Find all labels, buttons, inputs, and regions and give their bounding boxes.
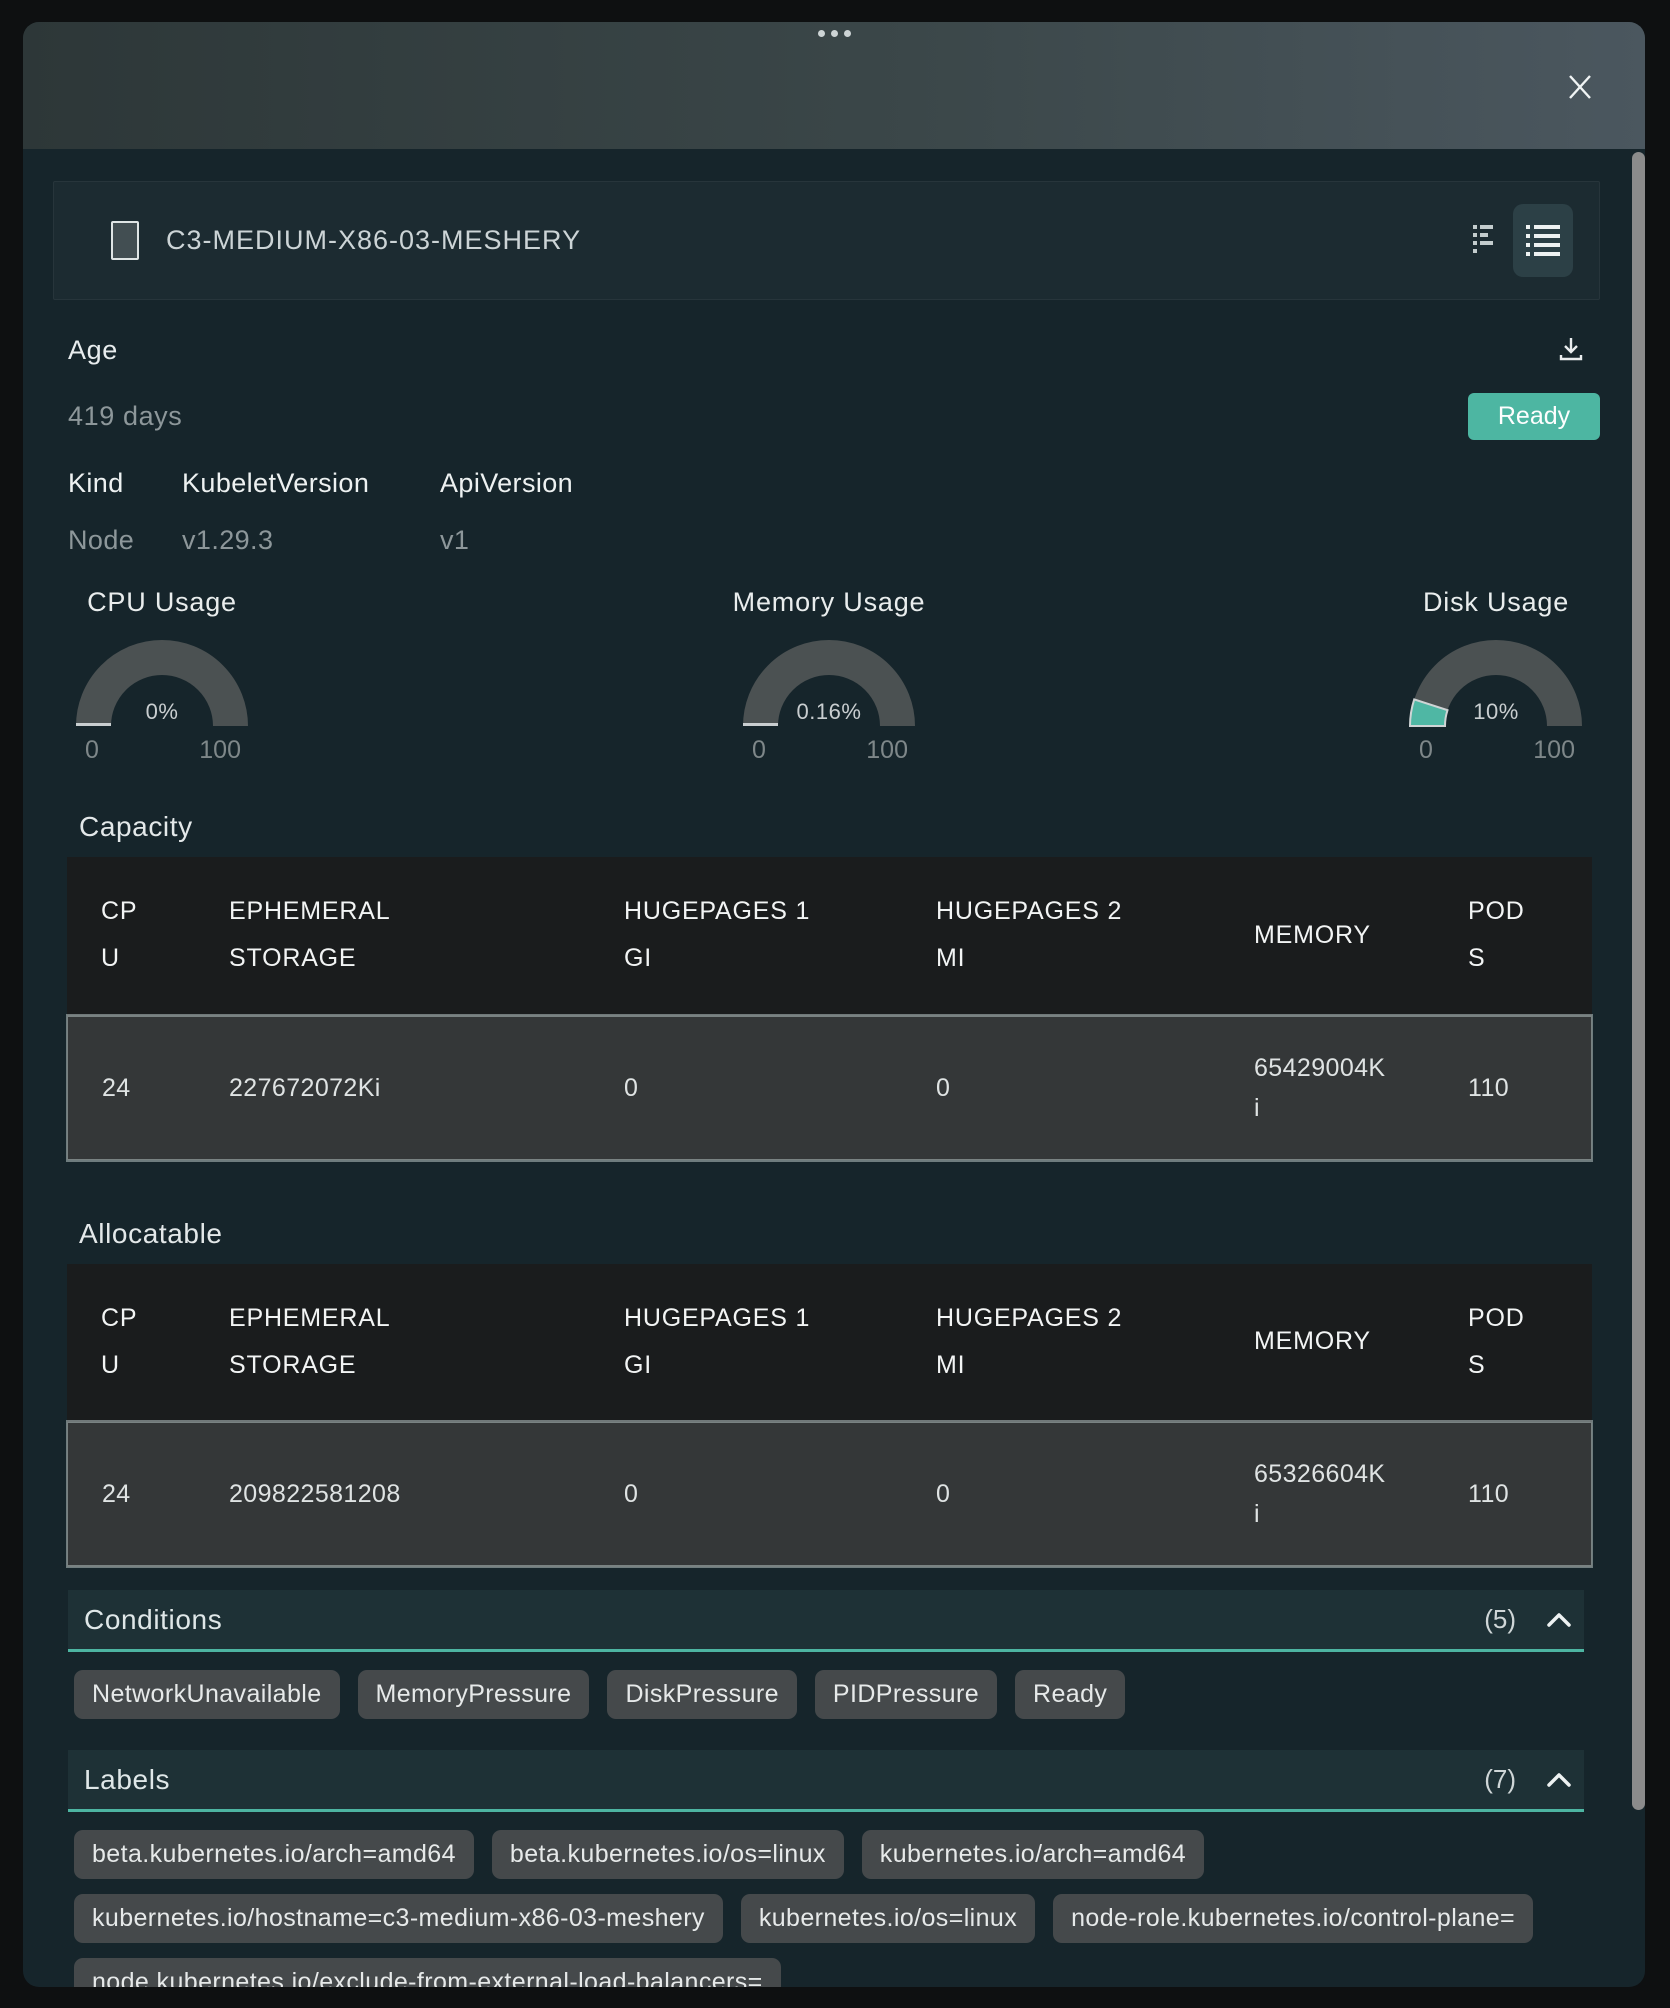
allocatable-table: CPU EPHEMERAL STORAGE HUGEPAGES 1 GI HUG…: [66, 1264, 1593, 1569]
labels-chips-row3: node.kubernetes.io/exclude-from-external…: [74, 1958, 1600, 1987]
conditions-count: (5): [1484, 1604, 1516, 1635]
cell-pods: 110: [1452, 1015, 1592, 1160]
node-header-card: C3-MEDIUM-X86-03-MESHERY: [53, 181, 1600, 300]
disk-usage-gauge: Disk Usage 10% 0 100: [1408, 587, 1584, 766]
col-header-pods[interactable]: PODS: [1452, 857, 1592, 1015]
gauge-min: 0: [1419, 735, 1433, 766]
cell-ephemeral-storage: 209822581208: [213, 1422, 608, 1567]
col-header-hugepages-1gi[interactable]: HUGEPAGES 1 GI: [608, 857, 920, 1015]
field-value-kubeletversion: v1.29.3: [182, 525, 440, 556]
capacity-title: Capacity: [53, 810, 1600, 844]
field-label-kind: Kind: [68, 468, 182, 499]
field-value-apiversion: v1: [440, 525, 469, 556]
gauge-value: 0.16%: [742, 699, 916, 725]
cell-hugepages-1gi: 0: [608, 1015, 920, 1160]
scrollbar-thumb[interactable]: [1632, 152, 1645, 1810]
status-badge: Ready: [1468, 393, 1600, 440]
drag-handle-dots-icon[interactable]: [23, 30, 1645, 37]
capacity-data-row: 24 227672072Ki 0 0 65429004Ki 110: [67, 1015, 1592, 1160]
capacity-table: CPU EPHEMERAL STORAGE HUGEPAGES 1 GI HUG…: [66, 857, 1593, 1162]
labels-chips-row2: kubernetes.io/hostname=c3-medium-x86-03-…: [74, 1894, 1600, 1943]
allocatable-data-row: 24 209822581208 0 0 65326604Ki 110: [67, 1422, 1592, 1567]
col-header-pods[interactable]: PODS: [1452, 1264, 1592, 1422]
col-header-ephemeral-storage[interactable]: EPHEMERAL STORAGE: [213, 1264, 608, 1422]
col-header-hugepages-2mi[interactable]: HUGEPAGES 2 MI: [920, 857, 1238, 1015]
field-label-kubeletversion: KubeletVersion: [182, 468, 440, 499]
node-title: C3-MEDIUM-X86-03-MESHERY: [166, 225, 1473, 256]
allocatable-header-row: CPU EPHEMERAL STORAGE HUGEPAGES 1 GI HUG…: [67, 1264, 1592, 1422]
labels-count: (7): [1484, 1764, 1516, 1795]
cell-pods: 110: [1452, 1422, 1592, 1567]
col-header-cpu[interactable]: CPU: [67, 1264, 213, 1422]
cpu-usage-gauge: CPU Usage 0% 0 100: [74, 587, 250, 766]
config-view-icon[interactable]: [1473, 225, 1495, 257]
label-chip: beta.kubernetes.io/arch=amd64: [74, 1830, 474, 1879]
cell-cpu: 24: [67, 1015, 213, 1160]
label-chip: kubernetes.io/os=linux: [741, 1894, 1035, 1943]
gauge-title: Memory Usage: [733, 587, 926, 618]
condition-chip: PIDPressure: [815, 1670, 997, 1719]
close-icon[interactable]: [1565, 72, 1595, 102]
node-checkbox[interactable]: [111, 221, 139, 260]
col-header-memory[interactable]: MEMORY: [1238, 1264, 1452, 1422]
col-header-hugepages-1gi[interactable]: HUGEPAGES 1 GI: [608, 1264, 920, 1422]
cell-hugepages-1gi: 0: [608, 1422, 920, 1567]
capacity-header-row: CPU EPHEMERAL STORAGE HUGEPAGES 1 GI HUG…: [67, 857, 1592, 1015]
node-details-modal: C3-MEDIUM-X86-03-MESHERY Age: [23, 22, 1645, 1987]
cell-memory: 65326604Ki: [1238, 1422, 1452, 1567]
gauge-title: Disk Usage: [1423, 587, 1569, 618]
label-chip: node-role.kubernetes.io/control-plane=: [1053, 1894, 1533, 1943]
usage-gauges: CPU Usage 0% 0 100 Memory Usage: [74, 587, 1584, 766]
labels-chips-row1: beta.kubernetes.io/arch=amd64 beta.kuber…: [74, 1830, 1600, 1879]
age-value: 419 days: [68, 401, 182, 432]
download-icon[interactable]: [1557, 335, 1585, 363]
col-header-memory[interactable]: MEMORY: [1238, 857, 1452, 1015]
field-value-kind: Node: [68, 525, 182, 556]
gauge-value: 10%: [1409, 699, 1583, 725]
cell-hugepages-2mi: 0: [920, 1015, 1238, 1160]
gauge-value: 0%: [75, 699, 249, 725]
page-background: C3-MEDIUM-X86-03-MESHERY Age: [0, 0, 1670, 2008]
chevron-up-icon[interactable]: [1546, 1612, 1572, 1628]
modal-content: C3-MEDIUM-X86-03-MESHERY Age: [23, 181, 1645, 1987]
cell-hugepages-2mi: 0: [920, 1422, 1238, 1567]
cell-memory: 65429004Ki: [1238, 1015, 1452, 1160]
condition-chip: MemoryPressure: [358, 1670, 590, 1719]
label-chip: kubernetes.io/arch=amd64: [862, 1830, 1204, 1879]
label-chip: node.kubernetes.io/exclude-from-external…: [74, 1958, 781, 1987]
memory-usage-gauge: Memory Usage 0.16% 0 100: [733, 587, 926, 766]
gauge-title: CPU Usage: [87, 587, 237, 618]
conditions-chips: NetworkUnavailable MemoryPressure DiskPr…: [74, 1670, 1600, 1719]
condition-chip: NetworkUnavailable: [74, 1670, 340, 1719]
chevron-up-icon[interactable]: [1546, 1772, 1572, 1788]
gauge-min: 0: [752, 735, 766, 766]
labels-section-header[interactable]: Labels (7): [68, 1750, 1584, 1812]
labels-title: Labels: [84, 1764, 170, 1796]
cell-ephemeral-storage: 227672072Ki: [213, 1015, 608, 1160]
condition-chip: DiskPressure: [607, 1670, 796, 1719]
age-label: Age: [68, 335, 118, 366]
allocatable-title: Allocatable: [53, 1217, 1600, 1251]
conditions-title: Conditions: [84, 1604, 222, 1636]
condition-chip: Ready: [1015, 1670, 1125, 1719]
gauge-max: 100: [199, 735, 241, 766]
gauge-max: 100: [1533, 735, 1575, 766]
col-header-ephemeral-storage[interactable]: EPHEMERAL STORAGE: [213, 857, 608, 1015]
col-header-hugepages-2mi[interactable]: HUGEPAGES 2 MI: [920, 1264, 1238, 1422]
gauge-max: 100: [866, 735, 908, 766]
list-view-button[interactable]: [1513, 204, 1573, 277]
conditions-section-header[interactable]: Conditions (5): [68, 1590, 1584, 1652]
label-chip: kubernetes.io/hostname=c3-medium-x86-03-…: [74, 1894, 723, 1943]
col-header-cpu[interactable]: CPU: [67, 857, 213, 1015]
gauge-min: 0: [85, 735, 99, 766]
field-label-apiversion: ApiVersion: [440, 468, 573, 499]
modal-header: [23, 22, 1645, 149]
cell-cpu: 24: [67, 1422, 213, 1567]
label-chip: beta.kubernetes.io/os=linux: [492, 1830, 844, 1879]
